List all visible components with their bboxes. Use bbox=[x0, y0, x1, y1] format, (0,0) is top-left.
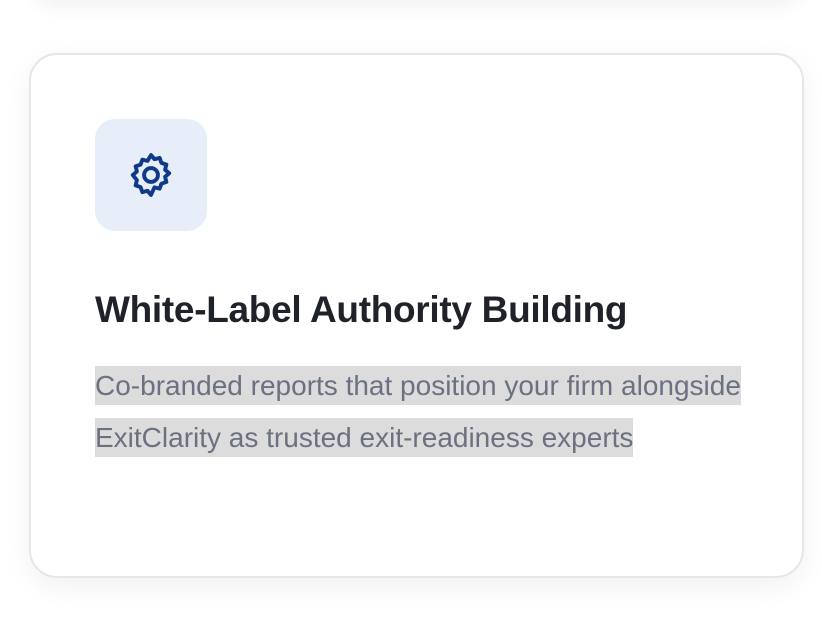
page: White-Label Authority Building Co-brande… bbox=[0, 0, 822, 618]
gear-icon bbox=[130, 153, 172, 197]
feature-card: White-Label Authority Building Co-brande… bbox=[29, 53, 804, 578]
icon-tile bbox=[95, 119, 207, 231]
selected-description-text: Co-branded reports that position your fi… bbox=[95, 366, 741, 457]
card-title: White-Label Authority Building bbox=[95, 289, 628, 330]
card-description: Co-branded reports that position your fi… bbox=[95, 360, 755, 464]
